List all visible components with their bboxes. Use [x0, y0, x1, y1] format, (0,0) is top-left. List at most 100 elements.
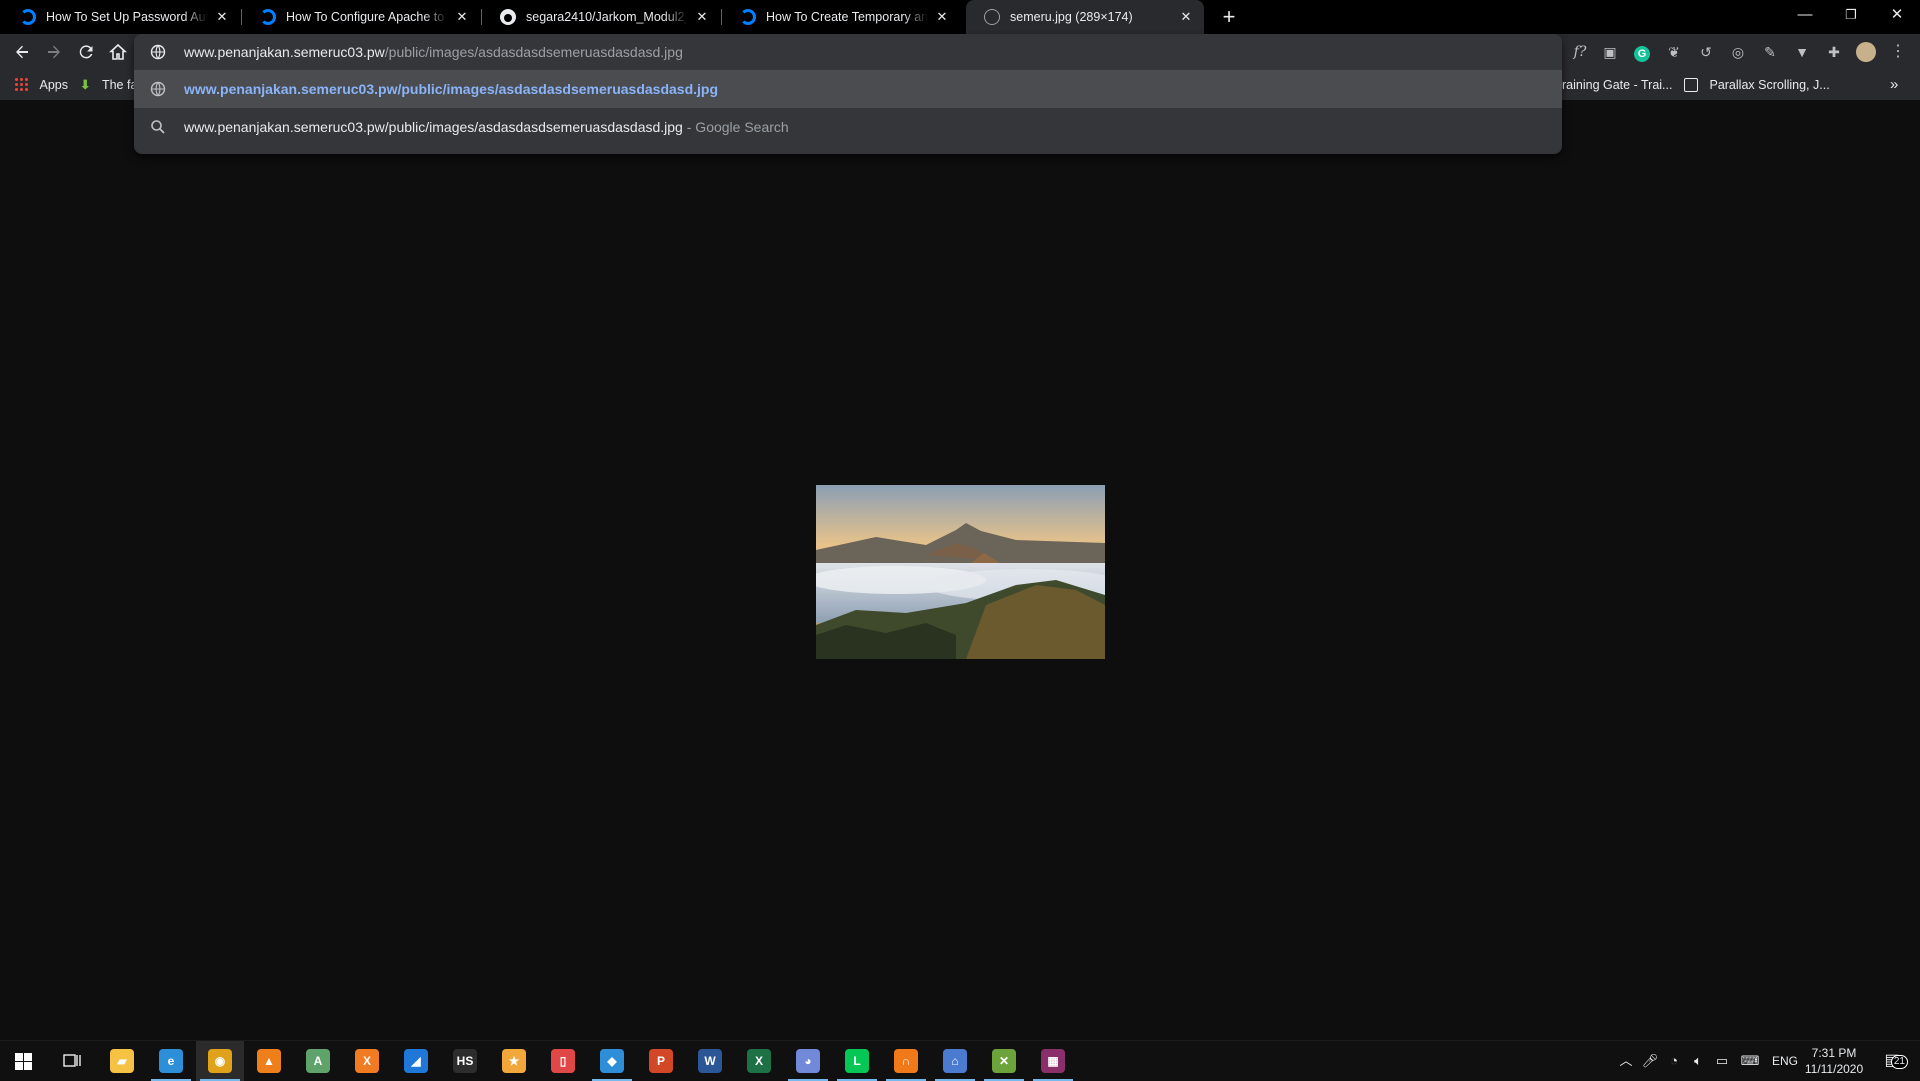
apps-grid-icon [14, 77, 28, 91]
feather-extension-icon[interactable]: ❦ [1664, 42, 1684, 62]
reload-icon [79, 45, 93, 59]
taskbar-app-headset-app[interactable]: ∩ [882, 1041, 930, 1081]
apps-bookmark[interactable]: Apps [14, 70, 68, 100]
address-input[interactable]: www.penanjakan.semeruc03.pw/public/image… [184, 34, 683, 70]
avatar[interactable] [1856, 42, 1876, 62]
suggestion-text: www.penanjakan.semeruc03.pw/public/image… [184, 119, 683, 135]
vue-extension-icon[interactable]: ▼ [1792, 42, 1812, 62]
bookmark-item[interactable]: ⬇ The fa [80, 70, 137, 100]
taskbar-app-file-explorer[interactable]: ▰ [98, 1041, 146, 1081]
taskbar-app-edge[interactable]: e [147, 1041, 195, 1081]
close-window-button[interactable]: ✕ [1874, 0, 1920, 30]
globe-icon [150, 44, 166, 60]
tab-title: How To Configure Apache to Use Custom Er… [286, 10, 448, 24]
suggestion-url[interactable]: www.penanjakan.semeruc03.pw/public/image… [134, 70, 1562, 108]
puzzle-icon[interactable]: ✚ [1824, 42, 1844, 62]
address-bar[interactable]: www.penanjakan.semeruc03.pw/public/image… [134, 34, 1562, 70]
xampp-icon: X [355, 1049, 379, 1073]
tab-3[interactable]: segara2410/Jarkom_Modul2_Lapres ✕ [482, 0, 720, 34]
mountain-landscape-image[interactable] [816, 485, 1105, 659]
history-extension-icon[interactable]: ↺ [1696, 42, 1716, 62]
microphone-icon[interactable]: 🎤︎ [1638, 1041, 1662, 1081]
wireshark-icon: ◢ [404, 1049, 428, 1073]
tab-strip: How To Set Up Password Authentication wi… [0, 0, 1920, 34]
minimize-button[interactable]: — [1782, 0, 1828, 30]
github-icon [500, 9, 516, 25]
vscode-icon: ◆ [600, 1049, 624, 1073]
taskbar-app-chrome[interactable]: ◉ [196, 1041, 244, 1081]
bookmark-item[interactable]: Parallax Scrolling, J... [1684, 70, 1830, 100]
clock[interactable]: 7:31 PM 11/11/2020 [1802, 1041, 1866, 1081]
taskbar-app-vscode[interactable]: ◆ [588, 1041, 636, 1081]
back-button[interactable] [6, 36, 38, 68]
download-arrow-icon: ⬇ [80, 78, 91, 92]
chrome-icon: ◉ [208, 1049, 232, 1073]
close-icon[interactable]: ✕ [214, 9, 230, 25]
address-path: /public/images/asdasdasdsemeruasdasdasd.… [384, 44, 683, 60]
suggestion-search[interactable]: www.penanjakan.semeruc03.pw/public/image… [134, 108, 1562, 146]
keyboard-icon[interactable]: ⌨ [1736, 1041, 1764, 1081]
semeru-photo [816, 485, 1105, 659]
taskbar-app-android-studio[interactable]: A [294, 1041, 342, 1081]
close-icon[interactable]: ✕ [1178, 9, 1194, 25]
tab-title: segara2410/Jarkom_Modul2_Lapres [526, 10, 688, 24]
reload-button[interactable] [70, 36, 102, 68]
start-button[interactable] [0, 1041, 48, 1081]
taskbar-app-powerpoint[interactable]: P [637, 1041, 685, 1081]
bookmarks-overflow-button[interactable]: » [1890, 70, 1898, 100]
formula-extension-icon[interactable]: f? [1570, 42, 1590, 62]
action-center-button[interactable]: ▤ 21 [1874, 1041, 1910, 1081]
circle-extension-icon[interactable]: ◎ [1728, 42, 1748, 62]
tab-5-active[interactable]: semeru.jpg (289×174) ✕ [966, 0, 1204, 34]
taskbar-app-xming[interactable]: ✕ [980, 1041, 1028, 1081]
restore-button[interactable]: ❐ [1828, 0, 1874, 30]
forward-button[interactable] [38, 36, 70, 68]
file-explorer-icon: ▰ [110, 1049, 134, 1073]
taskbar-app-snip-app[interactable]: ▯ [539, 1041, 587, 1081]
clock-date: 11/11/2020 [1804, 1062, 1864, 1076]
new-tab-button[interactable]: + [1216, 4, 1242, 30]
taskbar-app-hs-app[interactable]: HS [441, 1041, 489, 1081]
pen-extension-icon[interactable]: ✎ [1760, 42, 1780, 62]
language-indicator[interactable]: ENG [1768, 1041, 1802, 1081]
taskbar-app-vlc[interactable]: ▲ [245, 1041, 293, 1081]
home-button[interactable] [102, 36, 134, 68]
tray-overflow-icon[interactable]: ︿ [1614, 1041, 1638, 1081]
notification-count: 21 [1890, 1055, 1908, 1069]
task-view-icon [63, 1054, 81, 1067]
digitalocean-icon [20, 9, 36, 25]
bookmark-label: raining Gate - Trai... [1562, 78, 1673, 92]
grammarly-icon[interactable]: G [1632, 42, 1652, 62]
taskbar-app-xampp[interactable]: X [343, 1041, 391, 1081]
digitalocean-icon [740, 9, 756, 25]
taskbar-app-winrar[interactable]: ▦ [1029, 1041, 1077, 1081]
taskbar-app-star-app[interactable]: ★ [490, 1041, 538, 1081]
taskbar-app-word[interactable]: W [686, 1041, 734, 1081]
powerpoint-icon: P [649, 1049, 673, 1073]
chat-extension-icon[interactable]: ▣ [1600, 42, 1620, 62]
wifi-icon[interactable]: ◔ [1662, 1041, 1686, 1081]
battery-icon[interactable]: ▭ [1710, 1041, 1734, 1081]
omnibox-dropdown: www.penanjakan.semeruc03.pw/public/image… [134, 34, 1562, 154]
hs-app-icon: HS [453, 1049, 477, 1073]
close-icon[interactable]: ✕ [454, 9, 470, 25]
windows-logo-icon [15, 1053, 32, 1070]
task-view-button[interactable] [48, 1041, 96, 1081]
taskbar-app-wireshark[interactable]: ◢ [392, 1041, 440, 1081]
bookmark-item[interactable]: raining Gate - Trai... [1562, 70, 1672, 100]
tab-title: How To Create Temporary and Permanent Re… [766, 10, 928, 24]
volume-icon[interactable]: 🔈︎ [1686, 1041, 1710, 1081]
taskbar-app-network-app[interactable]: ⌂ [931, 1041, 979, 1081]
taskbar-app-excel[interactable]: X [735, 1041, 783, 1081]
tab-1[interactable]: How To Set Up Password Authentication wi… [2, 0, 240, 34]
close-icon[interactable]: ✕ [934, 9, 950, 25]
headset-app-icon: ∩ [894, 1049, 918, 1073]
taskbar-app-line[interactable]: L [833, 1041, 881, 1081]
windows-taskbar: ▰ e ◉ ▲ A X ◢ HS ★ ▯ ◆ P W X ◕ L ∩ ⌂ ✕ ▦ ︿ 🎤︎ ◔ 🔈︎ ▭ ⌨ ENG … [0, 1040, 1920, 1081]
star-app-icon: ★ [502, 1049, 526, 1073]
close-icon[interactable]: ✕ [694, 9, 710, 25]
kebab-menu-icon[interactable]: ⋮ [1888, 42, 1908, 62]
tab-2[interactable]: How To Configure Apache to Use Custom Er… [242, 0, 480, 34]
taskbar-app-discord[interactable]: ◕ [784, 1041, 832, 1081]
tab-4[interactable]: How To Create Temporary and Permanent Re… [722, 0, 960, 34]
